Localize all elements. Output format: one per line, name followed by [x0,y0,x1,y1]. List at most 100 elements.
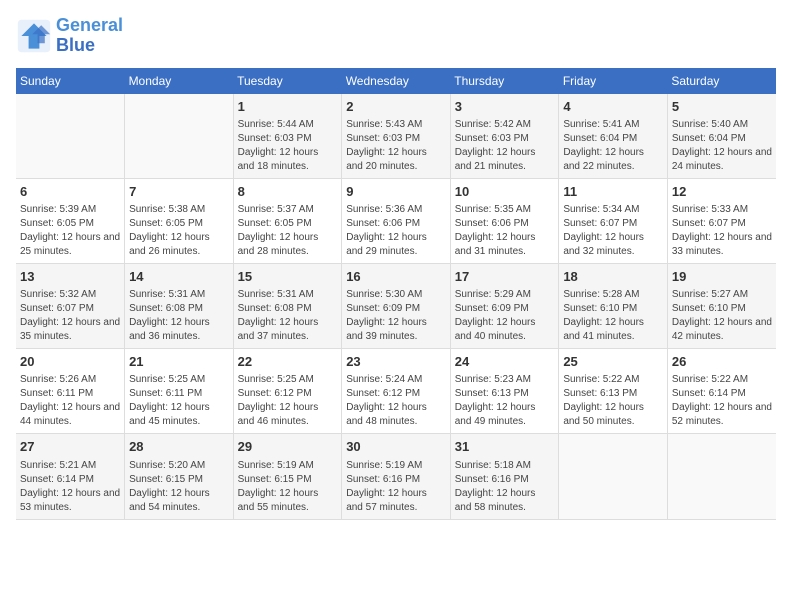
day-number: 9 [346,183,446,201]
day-info-line: Sunset: 6:05 PM [129,217,229,231]
day-info-line: Daylight: 12 hours and 21 minutes. [455,146,555,174]
day-info-line: Sunrise: 5:37 AM [238,203,338,217]
weekday-label: Friday [559,68,668,94]
weekday-header-row: SundayMondayTuesdayWednesdayThursdayFrid… [16,68,776,94]
day-number: 26 [672,353,772,371]
calendar-cell: 6Sunrise: 5:39 AMSunset: 6:05 PMDaylight… [16,178,125,263]
day-info-line: Sunrise: 5:41 AM [563,118,663,132]
calendar-cell: 8Sunrise: 5:37 AMSunset: 6:05 PMDaylight… [233,178,342,263]
calendar-cell [16,94,125,179]
day-info-line: Sunset: 6:07 PM [20,302,120,316]
day-number: 22 [238,353,338,371]
day-info-line: Sunrise: 5:32 AM [20,288,120,302]
day-number: 27 [20,438,120,456]
day-info-line: Daylight: 12 hours and 36 minutes. [129,316,229,344]
day-info-line: Sunset: 6:04 PM [672,132,772,146]
calendar-cell: 31Sunrise: 5:18 AMSunset: 6:16 PMDayligh… [450,434,559,519]
day-number: 23 [346,353,446,371]
day-number: 6 [20,183,120,201]
calendar-body: 1Sunrise: 5:44 AMSunset: 6:03 PMDaylight… [16,94,776,519]
day-info-line: Sunrise: 5:26 AM [20,373,120,387]
day-info-line: Sunrise: 5:35 AM [455,203,555,217]
calendar-week-row: 13Sunrise: 5:32 AMSunset: 6:07 PMDayligh… [16,263,776,348]
calendar-cell: 14Sunrise: 5:31 AMSunset: 6:08 PMDayligh… [125,263,234,348]
day-info-line: Daylight: 12 hours and 55 minutes. [238,487,338,515]
day-info-line: Daylight: 12 hours and 32 minutes. [563,231,663,259]
day-info-line: Daylight: 12 hours and 18 minutes. [238,146,338,174]
day-info-line: Sunrise: 5:25 AM [129,373,229,387]
day-number: 11 [563,183,663,201]
weekday-label: Saturday [667,68,776,94]
day-number: 8 [238,183,338,201]
day-info-line: Sunrise: 5:40 AM [672,118,772,132]
calendar-cell: 7Sunrise: 5:38 AMSunset: 6:05 PMDaylight… [125,178,234,263]
day-number: 25 [563,353,663,371]
calendar-cell: 16Sunrise: 5:30 AMSunset: 6:09 PMDayligh… [342,263,451,348]
day-info-line: Daylight: 12 hours and 20 minutes. [346,146,446,174]
day-info-line: Sunset: 6:03 PM [455,132,555,146]
calendar-cell: 10Sunrise: 5:35 AMSunset: 6:06 PMDayligh… [450,178,559,263]
day-info-line: Sunset: 6:12 PM [346,387,446,401]
day-info-line: Sunset: 6:10 PM [563,302,663,316]
day-info-line: Sunset: 6:09 PM [346,302,446,316]
calendar-cell: 24Sunrise: 5:23 AMSunset: 6:13 PMDayligh… [450,349,559,434]
day-info-line: Sunrise: 5:34 AM [563,203,663,217]
day-info-line: Daylight: 12 hours and 50 minutes. [563,401,663,429]
day-info-line: Sunrise: 5:24 AM [346,373,446,387]
calendar-cell: 11Sunrise: 5:34 AMSunset: 6:07 PMDayligh… [559,178,668,263]
day-info-line: Sunrise: 5:30 AM [346,288,446,302]
day-info-line: Sunset: 6:06 PM [455,217,555,231]
calendar-cell: 3Sunrise: 5:42 AMSunset: 6:03 PMDaylight… [450,94,559,179]
day-number: 14 [129,268,229,286]
day-info-line: Sunrise: 5:22 AM [672,373,772,387]
day-info-line: Sunset: 6:11 PM [129,387,229,401]
day-number: 12 [672,183,772,201]
calendar-cell [125,94,234,179]
day-info-line: Daylight: 12 hours and 54 minutes. [129,487,229,515]
calendar-table: SundayMondayTuesdayWednesdayThursdayFrid… [16,68,776,520]
day-info-line: Daylight: 12 hours and 42 minutes. [672,316,772,344]
day-info-line: Sunrise: 5:27 AM [672,288,772,302]
day-info-line: Sunset: 6:13 PM [455,387,555,401]
day-info-line: Sunset: 6:10 PM [672,302,772,316]
day-info-line: Daylight: 12 hours and 37 minutes. [238,316,338,344]
day-info-line: Daylight: 12 hours and 57 minutes. [346,487,446,515]
weekday-label: Monday [125,68,234,94]
calendar-cell: 12Sunrise: 5:33 AMSunset: 6:07 PMDayligh… [667,178,776,263]
calendar-cell: 1Sunrise: 5:44 AMSunset: 6:03 PMDaylight… [233,94,342,179]
day-info-line: Daylight: 12 hours and 45 minutes. [129,401,229,429]
weekday-label: Wednesday [342,68,451,94]
day-info-line: Sunrise: 5:38 AM [129,203,229,217]
day-number: 3 [455,98,555,116]
calendar-cell: 26Sunrise: 5:22 AMSunset: 6:14 PMDayligh… [667,349,776,434]
day-info-line: Daylight: 12 hours and 48 minutes. [346,401,446,429]
weekday-label: Tuesday [233,68,342,94]
day-info-line: Daylight: 12 hours and 35 minutes. [20,316,120,344]
day-info-line: Daylight: 12 hours and 40 minutes. [455,316,555,344]
day-info-line: Sunset: 6:05 PM [238,217,338,231]
day-info-line: Sunrise: 5:39 AM [20,203,120,217]
day-info-line: Sunset: 6:16 PM [346,473,446,487]
day-info-line: Sunrise: 5:43 AM [346,118,446,132]
day-info-line: Sunrise: 5:25 AM [238,373,338,387]
day-info-line: Daylight: 12 hours and 46 minutes. [238,401,338,429]
day-info-line: Daylight: 12 hours and 24 minutes. [672,146,772,174]
day-info-line: Sunrise: 5:22 AM [563,373,663,387]
day-info-line: Sunset: 6:03 PM [238,132,338,146]
day-info-line: Daylight: 12 hours and 26 minutes. [129,231,229,259]
calendar-cell: 27Sunrise: 5:21 AMSunset: 6:14 PMDayligh… [16,434,125,519]
calendar-week-row: 27Sunrise: 5:21 AMSunset: 6:14 PMDayligh… [16,434,776,519]
day-info-line: Sunset: 6:12 PM [238,387,338,401]
day-info-line: Sunrise: 5:31 AM [238,288,338,302]
day-info-line: Daylight: 12 hours and 49 minutes. [455,401,555,429]
day-number: 21 [129,353,229,371]
day-number: 29 [238,438,338,456]
calendar-cell [559,434,668,519]
day-info-line: Daylight: 12 hours and 41 minutes. [563,316,663,344]
day-number: 13 [20,268,120,286]
page-header: General Blue [16,16,776,56]
day-info-line: Sunset: 6:04 PM [563,132,663,146]
calendar-cell: 30Sunrise: 5:19 AMSunset: 6:16 PMDayligh… [342,434,451,519]
day-info-line: Sunrise: 5:28 AM [563,288,663,302]
day-info-line: Daylight: 12 hours and 39 minutes. [346,316,446,344]
